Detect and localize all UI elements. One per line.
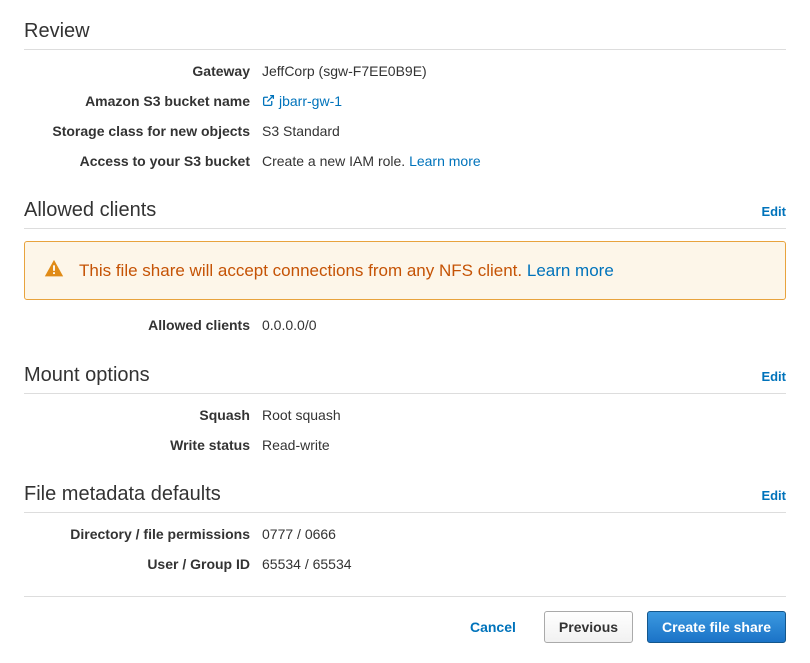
alert-message: This file share will accept connections … — [79, 261, 522, 280]
mount-options-title: Mount options — [24, 364, 150, 387]
label-storage: Storage class for new objects — [24, 122, 262, 142]
allowed-clients-title: Allowed clients — [24, 199, 156, 222]
value-ugid: 65534 / 65534 — [262, 555, 786, 575]
value-clients: 0.0.0.0/0 — [262, 316, 786, 336]
warning-alert: This file share will accept connections … — [24, 241, 786, 300]
row-squash: Squash Root squash — [24, 406, 786, 426]
warning-icon — [43, 258, 65, 283]
create-file-share-button[interactable]: Create file share — [647, 611, 786, 643]
label-clients: Allowed clients — [24, 316, 262, 336]
row-write: Write status Read-write — [24, 436, 786, 456]
value-access: Create a new IAM role. — [262, 153, 405, 169]
previous-button[interactable]: Previous — [544, 611, 633, 643]
access-learn-more-link[interactable]: Learn more — [409, 153, 481, 169]
external-link-icon — [262, 93, 275, 113]
bucket-link-text: jbarr-gw-1 — [279, 93, 342, 109]
alert-learn-more-link[interactable]: Learn more — [527, 261, 614, 280]
cancel-button[interactable]: Cancel — [456, 612, 530, 642]
row-gateway: Gateway JeffCorp (sgw-F7EE0B9E) — [24, 62, 786, 82]
label-access: Access to your S3 bucket — [24, 152, 262, 172]
row-permissions: Directory / file permissions 0777 / 0666 — [24, 525, 786, 545]
row-storage: Storage class for new objects S3 Standar… — [24, 122, 786, 142]
label-permissions: Directory / file permissions — [24, 525, 262, 545]
row-clients: Allowed clients 0.0.0.0/0 — [24, 316, 786, 336]
review-heading: Review — [24, 20, 786, 50]
value-write: Read-write — [262, 436, 786, 456]
metadata-title: File metadata defaults — [24, 483, 221, 506]
footer-actions: Cancel Previous Create file share — [24, 596, 786, 643]
metadata-edit-link[interactable]: Edit — [761, 488, 786, 503]
value-squash: Root squash — [262, 406, 786, 426]
metadata-heading: File metadata defaults Edit — [24, 483, 786, 513]
label-bucket: Amazon S3 bucket name — [24, 92, 262, 113]
row-ugid: User / Group ID 65534 / 65534 — [24, 555, 786, 575]
mount-options-edit-link[interactable]: Edit — [761, 369, 786, 384]
value-gateway: JeffCorp (sgw-F7EE0B9E) — [262, 62, 786, 82]
value-storage: S3 Standard — [262, 122, 786, 142]
value-permissions: 0777 / 0666 — [262, 525, 786, 545]
row-access: Access to your S3 bucket Create a new IA… — [24, 152, 786, 172]
allowed-clients-heading: Allowed clients Edit — [24, 199, 786, 229]
bucket-link[interactable]: jbarr-gw-1 — [262, 93, 342, 109]
label-ugid: User / Group ID — [24, 555, 262, 575]
review-title: Review — [24, 20, 90, 43]
label-gateway: Gateway — [24, 62, 262, 82]
label-squash: Squash — [24, 406, 262, 426]
label-write: Write status — [24, 436, 262, 456]
row-bucket: Amazon S3 bucket name jbarr-gw-1 — [24, 92, 786, 113]
mount-options-heading: Mount options Edit — [24, 364, 786, 394]
allowed-clients-edit-link[interactable]: Edit — [761, 204, 786, 219]
